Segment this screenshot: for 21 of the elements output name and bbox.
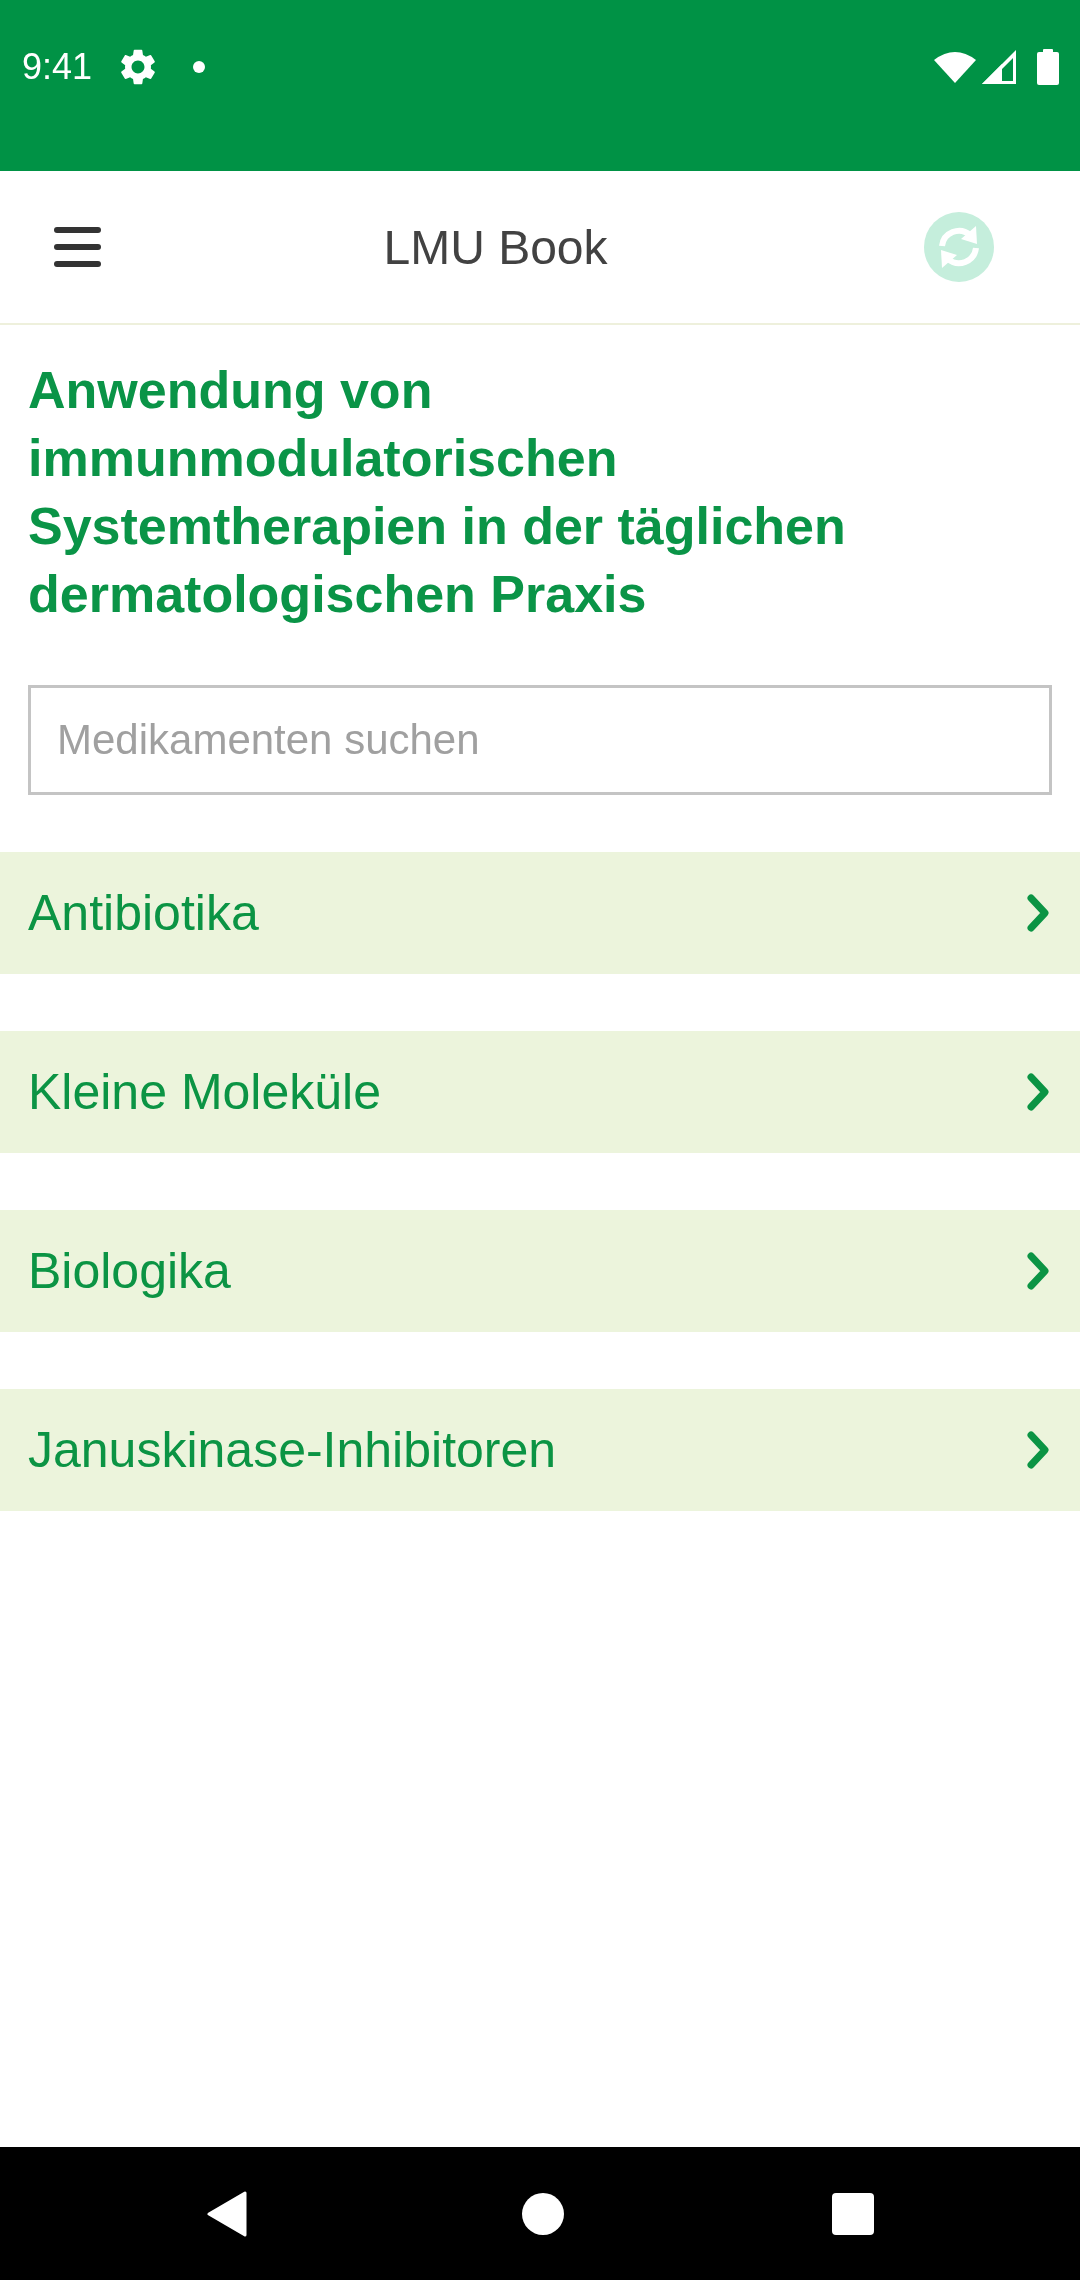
category-item[interactable]: Antibiotika: [0, 852, 1080, 974]
category-item[interactable]: Januskinase-Inhibitoren: [0, 1389, 1080, 1511]
home-icon[interactable]: [521, 2192, 564, 2235]
search-field[interactable]: Medikamenten suchen: [28, 685, 1052, 795]
settings-icon: [121, 49, 156, 85]
chevron-right-icon: [1026, 1072, 1052, 1112]
notification-dot-icon: [193, 61, 206, 73]
status-time: 9:41: [22, 46, 93, 88]
category-item[interactable]: Kleine Moleküle: [0, 1031, 1080, 1153]
chevron-right-icon: [1026, 893, 1052, 933]
signal-icon: [982, 50, 1016, 84]
menu-icon[interactable]: [54, 227, 101, 267]
chevron-right-icon: [1026, 1430, 1052, 1470]
back-icon[interactable]: [206, 2190, 247, 2237]
recents-icon[interactable]: [831, 2192, 874, 2235]
page-heading: Anwendung von immunmodulatorischen Systemtherapien in der täglichen dermatologischen Praxis: [28, 360, 847, 625]
app-title: LMU Book: [383, 219, 608, 275]
battery-icon: [1037, 49, 1059, 85]
category-item[interactable]: Biologika: [0, 1210, 1080, 1332]
chevron-right-icon: [1026, 1251, 1052, 1291]
wifi-icon: [934, 51, 976, 83]
